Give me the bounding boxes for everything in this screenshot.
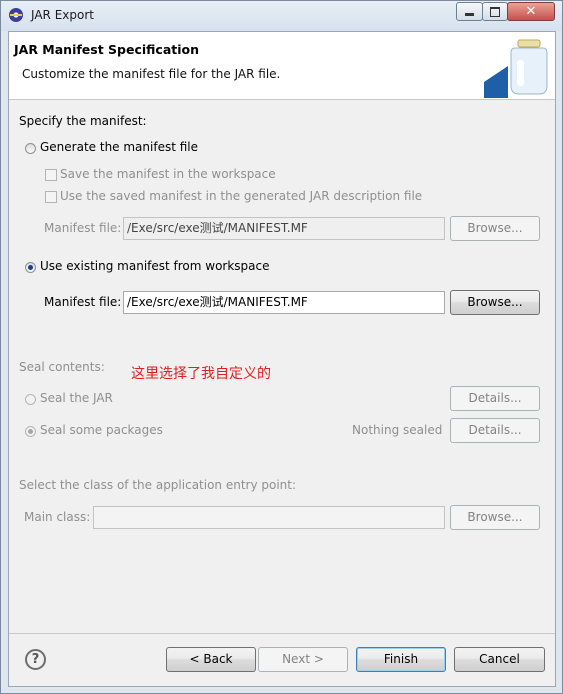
next-button[interactable]: Next > — [258, 647, 348, 672]
jar-export-window: JAR Export ✕ JAR Manifest Specification … — [0, 0, 563, 694]
title-bar[interactable]: JAR Export ✕ — [1, 1, 562, 31]
annotation-note: 这里选择了我自定义的 — [131, 366, 271, 382]
main-class-field[interactable] — [93, 506, 445, 529]
seal-jar-details-button[interactable]: Details... — [450, 386, 540, 411]
browse-existing-button[interactable]: Browse... — [450, 290, 540, 315]
use-saved-manifest-label: Use the saved manifest in the generated … — [60, 189, 423, 203]
seal-status-text: Nothing sealed — [352, 423, 443, 437]
footer-separator — [9, 633, 555, 634]
maximize-icon — [490, 6, 500, 17]
minimize-icon — [465, 13, 474, 16]
close-button[interactable]: ✕ — [507, 2, 555, 21]
use-existing-manifest-label[interactable]: Use existing manifest from workspace — [40, 259, 270, 273]
save-manifest-label: Save the manifest in the workspace — [60, 167, 276, 181]
use-existing-manifest-radio[interactable] — [25, 262, 36, 273]
save-manifest-checkbox[interactable] — [45, 169, 57, 181]
dialog-client-area: JAR Manifest Specification Customize the… — [8, 31, 556, 687]
browse-generated-button[interactable]: Browse... — [450, 216, 540, 241]
entry-point-section-label: Select the class of the application entr… — [19, 478, 297, 492]
back-button[interactable]: < Back — [166, 647, 256, 672]
page-description: Customize the manifest file for the JAR … — [22, 67, 281, 81]
seal-packages-radio[interactable] — [25, 426, 36, 437]
existing-manifest-file-label: Manifest file: — [44, 295, 122, 309]
page-title: JAR Manifest Specification — [14, 42, 200, 57]
seal-packages-label: Seal some packages — [40, 423, 163, 437]
main-class-label: Main class: — [24, 510, 91, 524]
jar-icon — [484, 39, 548, 98]
minimize-button[interactable] — [456, 2, 483, 21]
use-saved-manifest-checkbox[interactable] — [45, 191, 57, 203]
help-icon[interactable]: ? — [25, 649, 46, 670]
generate-manifest-radio[interactable] — [25, 143, 36, 154]
window-title: JAR Export — [31, 8, 94, 22]
seal-jar-label: Seal the JAR — [40, 391, 113, 405]
cancel-button[interactable]: Cancel — [454, 647, 545, 672]
existing-manifest-file-field[interactable]: /Exe/src/exe测试/MANIFEST.MF — [123, 291, 445, 314]
finish-button[interactable]: Finish — [356, 647, 446, 672]
generate-manifest-label[interactable]: Generate the manifest file — [40, 140, 198, 154]
wizard-banner: JAR Manifest Specification Customize the… — [9, 32, 555, 100]
browse-main-class-button[interactable]: Browse... — [450, 505, 540, 530]
generated-manifest-file-field[interactable]: /Exe/src/exe测试/MANIFEST.MF — [123, 217, 445, 240]
seal-packages-details-button[interactable]: Details... — [450, 418, 540, 443]
seal-jar-radio[interactable] — [25, 394, 36, 405]
eclipse-icon — [9, 8, 23, 22]
close-icon: ✕ — [525, 4, 537, 19]
seal-section-label: Seal contents: — [19, 360, 105, 374]
manifest-section-label: Specify the manifest: — [19, 114, 147, 128]
generated-manifest-file-label: Manifest file: — [44, 221, 122, 235]
maximize-button[interactable] — [482, 2, 508, 21]
